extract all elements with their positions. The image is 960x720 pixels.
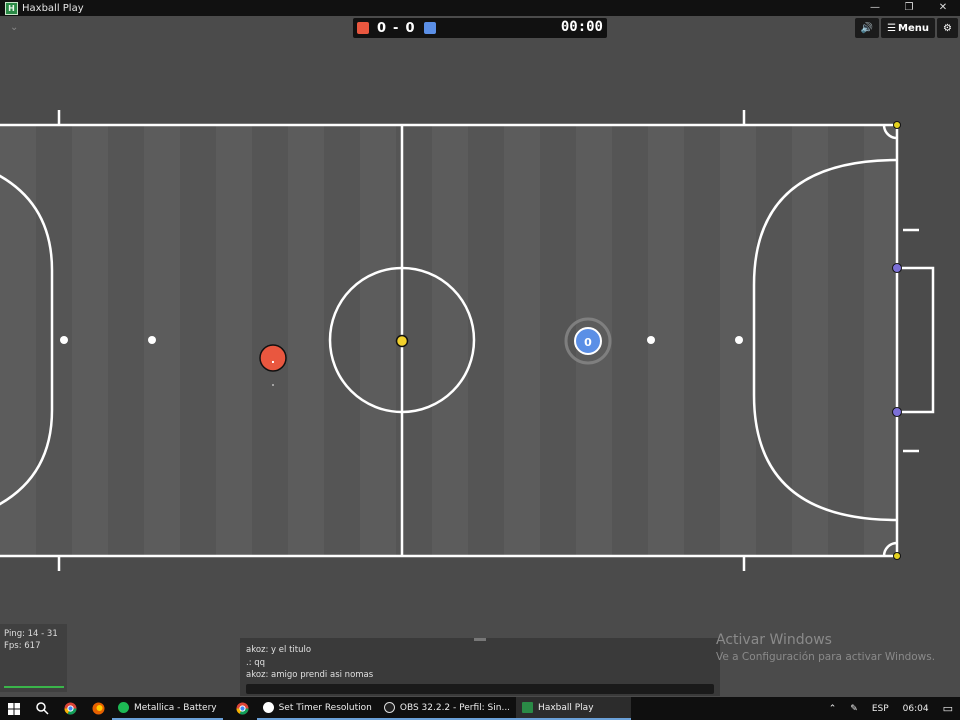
chevron-down-icon[interactable]: ⌄	[10, 22, 18, 33]
red-team-square	[357, 22, 369, 34]
match-timer: 00:00	[560, 19, 603, 35]
chevron-up-icon[interactable]: ⌃	[822, 704, 844, 714]
chrome-icon[interactable]	[229, 697, 257, 720]
network-stats: Ping: 14 - 31 Fps: 617	[0, 624, 67, 692]
taskbar-item-obs[interactable]: OBS 32.2.2 - Perfil: Sin...	[377, 697, 517, 720]
taskbar: Metallica - Battery Set Timer Resolution…	[0, 697, 960, 720]
menu-button[interactable]: ☰ Menu	[881, 18, 936, 38]
pen-icon[interactable]: ✎	[843, 704, 865, 714]
corner-post	[893, 552, 901, 560]
language-indicator[interactable]: ESP	[865, 704, 896, 714]
goal-post	[892, 407, 902, 417]
obs-icon	[383, 702, 395, 713]
ball	[395, 334, 409, 348]
top-right-controls: 🔊 ☰ Menu ⚙	[854, 18, 958, 38]
spotify-icon	[118, 702, 129, 713]
field-surface	[0, 125, 897, 556]
search-icon[interactable]	[28, 697, 56, 720]
gear-icon: ⚙	[943, 22, 952, 34]
chat-message: akoz: y el titulo	[246, 645, 312, 655]
fps-text: Fps: 617	[4, 641, 41, 651]
chat-message: akoz: amigo prendi asi nomas	[246, 670, 374, 680]
chat-box: akoz: y el titulo .: qq akoz: amigo pren…	[240, 638, 720, 696]
taskbar-item-label: OBS 32.2.2 - Perfil: Sin...	[399, 702, 511, 713]
ping-text: Ping: 14 - 31	[4, 629, 58, 639]
chat-input[interactable]	[246, 684, 714, 694]
clock[interactable]: 06:04	[896, 704, 936, 714]
blue-score: 0	[405, 20, 416, 36]
watermark-subtitle: Ve a Configuración para activar Windows.	[716, 651, 936, 663]
notification-icon[interactable]: ▭	[936, 702, 960, 715]
taskbar-item-haxball[interactable]: Haxball Play	[516, 697, 632, 720]
taskbar-item-timer-resolution[interactable]: Set Timer Resolution	[256, 697, 378, 720]
firefox-icon[interactable]	[84, 697, 112, 720]
chat-message: .: qq	[246, 658, 266, 668]
fps-graph	[4, 686, 64, 688]
chat-resize-handle[interactable]	[474, 638, 486, 641]
menu-label: Menu	[898, 22, 930, 34]
clock-icon	[262, 702, 274, 713]
penalty-spot	[735, 336, 743, 344]
scoreboard: 0 - 0 00:00	[353, 18, 607, 38]
sound-button[interactable]: 🔊	[854, 18, 880, 38]
goal-post	[892, 263, 902, 273]
score-separator: -	[393, 20, 400, 36]
speaker-icon: 🔊	[860, 22, 874, 34]
penalty-spot	[148, 336, 156, 344]
blue-team-square	[423, 22, 436, 34]
windows-start-icon[interactable]	[0, 697, 28, 720]
soccer-field: . 0	[0, 110, 935, 571]
chrome-icon[interactable]	[56, 697, 84, 720]
right-goal-net	[897, 266, 935, 414]
windows-activation-watermark: Activar Windows Ve a Configuración para …	[716, 632, 935, 664]
red-score: 0	[377, 20, 388, 36]
settings-button[interactable]: ⚙	[937, 18, 958, 38]
system-tray: ⌃ ✎ ESP 06:04 ▭	[822, 697, 960, 720]
penalty-spot	[60, 336, 68, 344]
taskbar-item-label: Haxball Play	[538, 702, 594, 713]
haxball-icon	[522, 702, 534, 713]
watermark-title: Activar Windows	[716, 632, 832, 648]
penalty-spot	[647, 336, 655, 344]
hamburger-icon: ☰	[887, 22, 897, 34]
corner-post	[893, 121, 901, 129]
red-player-avatar: .	[271, 353, 275, 366]
taskbar-item-spotify[interactable]: Metallica - Battery	[112, 697, 223, 720]
blue-player-avatar: 0	[584, 336, 592, 349]
taskbar-item-label: Metallica - Battery	[134, 702, 217, 713]
taskbar-item-label: Set Timer Resolution	[278, 702, 372, 713]
player-indicator	[272, 384, 274, 386]
